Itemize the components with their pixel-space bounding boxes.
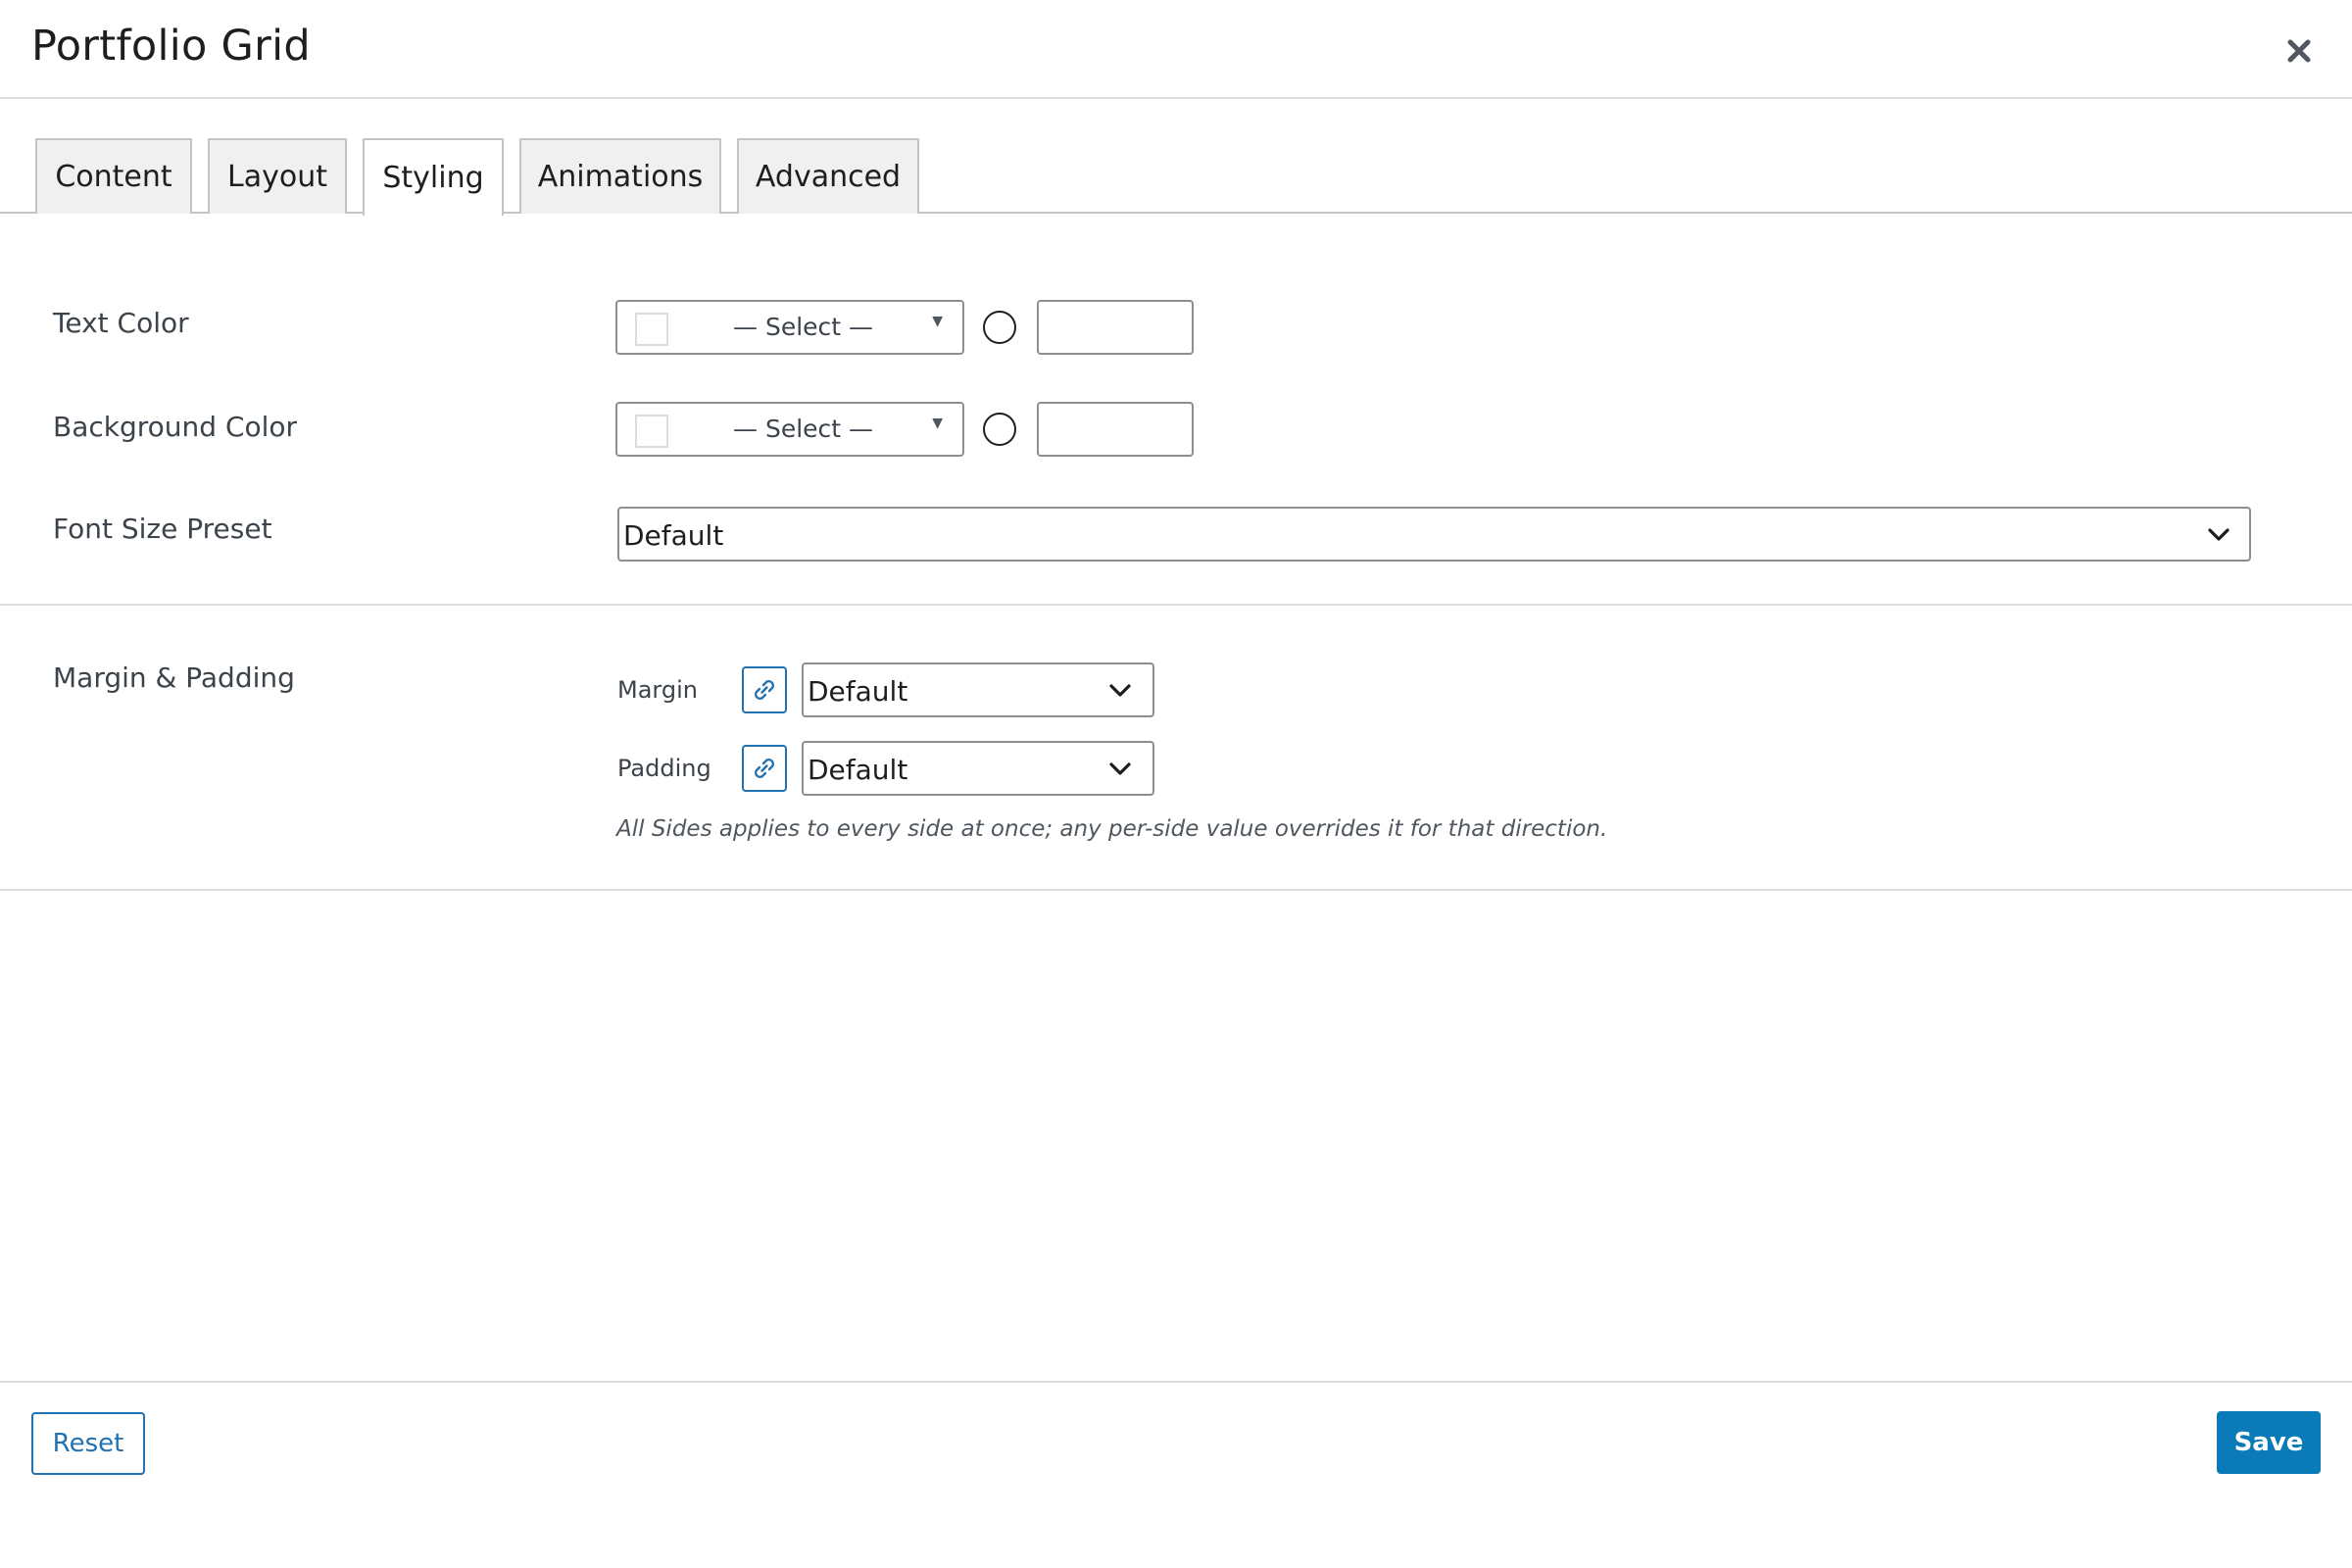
chevron-down-icon <box>2206 522 2231 548</box>
link-sides-button[interactable] <box>742 666 787 713</box>
chevron-down-icon <box>1107 757 1133 782</box>
dialog-header: Portfolio Grid <box>0 0 2352 99</box>
tab-bar: Content Layout Styling Animations Advanc… <box>0 99 2352 216</box>
close-button[interactable] <box>2276 27 2323 74</box>
tab-content[interactable]: Content <box>35 138 192 214</box>
color-picker-button[interactable] <box>983 413 1016 446</box>
tab-styling[interactable]: Styling <box>363 138 504 216</box>
background-color-hex-input[interactable] <box>1037 402 1194 457</box>
text-color-hex-input[interactable] <box>1037 300 1194 355</box>
tab-animations[interactable]: Animations <box>519 138 721 214</box>
text-color-label: Text Color <box>53 307 189 339</box>
caret-down-icon: ▼ <box>932 314 943 329</box>
save-button[interactable]: Save <box>2217 1411 2321 1474</box>
section-divider <box>0 604 2352 606</box>
tab-advanced[interactable]: Advanced <box>737 138 919 214</box>
reset-button[interactable]: Reset <box>31 1412 145 1475</box>
block-settings-dialog: Portfolio Grid Content Layout Styling An… <box>0 0 2352 1568</box>
link-sides-button[interactable] <box>742 745 787 792</box>
select-value: Default <box>808 675 908 708</box>
color-select-text: — Select — <box>733 313 874 341</box>
background-color-select[interactable]: — Select — ▼ <box>615 402 964 457</box>
font-size-preset-label: Font Size Preset <box>53 513 272 545</box>
select-value: Default <box>623 519 724 552</box>
section-divider <box>0 889 2352 891</box>
margin-select[interactable]: Default <box>802 662 1154 717</box>
color-select-text: — Select — <box>733 415 874 443</box>
color-swatch <box>635 415 668 448</box>
text-color-select[interactable]: — Select — ▼ <box>615 300 964 355</box>
margin-padding-label: Margin & Padding <box>53 662 295 694</box>
select-value: Default <box>808 754 908 786</box>
caret-down-icon: ▼ <box>932 416 943 431</box>
padding-select[interactable]: Default <box>802 741 1154 796</box>
chevron-down-icon <box>1107 678 1133 704</box>
color-swatch <box>635 313 668 346</box>
footer-divider <box>0 1381 2352 1383</box>
close-icon <box>2287 39 2311 63</box>
margin-label: Margin <box>617 676 698 704</box>
color-picker-button[interactable] <box>983 311 1016 344</box>
spacing-help-text: All Sides applies to every side at once;… <box>616 816 1608 842</box>
padding-label: Padding <box>617 755 711 782</box>
tab-layout[interactable]: Layout <box>208 138 347 214</box>
dialog-title: Portfolio Grid <box>31 22 312 71</box>
font-size-preset-select[interactable]: Default <box>617 507 2251 562</box>
link-icon <box>755 680 774 700</box>
background-color-label: Background Color <box>53 411 298 443</box>
link-icon <box>755 759 774 778</box>
